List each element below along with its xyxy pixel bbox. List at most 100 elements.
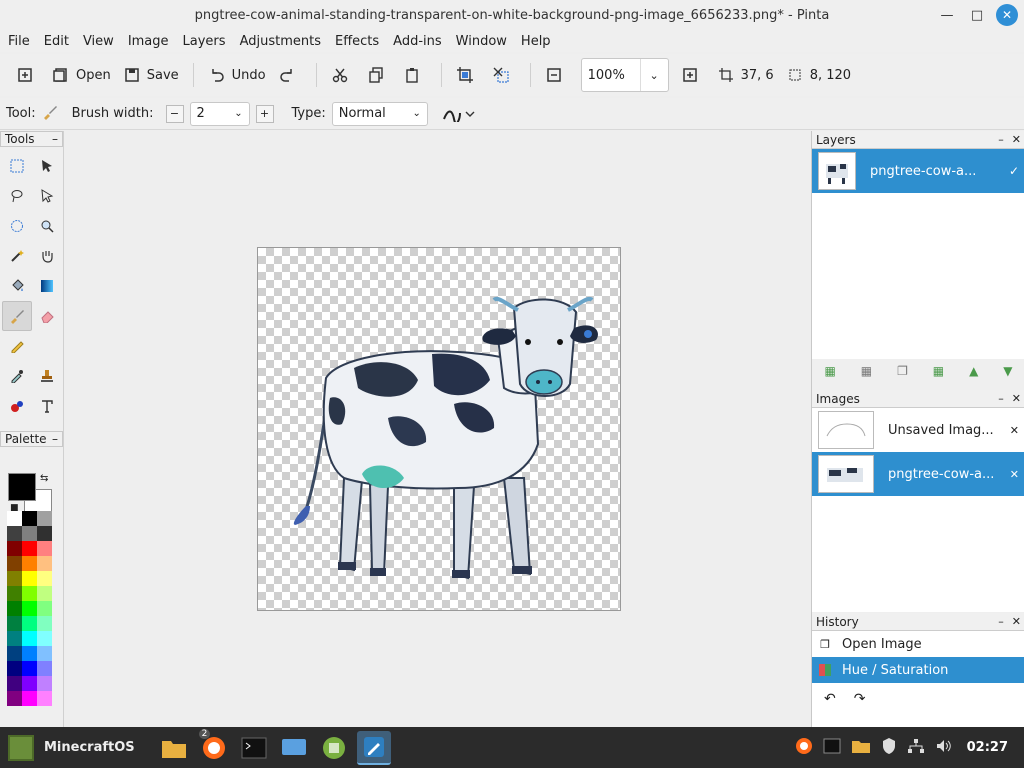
minimize-icon[interactable]: – — [998, 615, 1004, 628]
volume-icon[interactable] — [935, 738, 953, 758]
layer-visibility-checkbox[interactable]: ✓ — [1009, 164, 1019, 178]
clone-stamp-tool[interactable] — [32, 361, 62, 391]
palette-swatch[interactable] — [7, 511, 22, 526]
cut-button[interactable] — [325, 59, 361, 91]
type-combo[interactable]: Normal ⌄ — [331, 101, 428, 126]
palette-swatch[interactable] — [37, 646, 52, 661]
move-layer-down-icon[interactable]: ▼ — [1003, 364, 1012, 378]
palette-swatch[interactable] — [7, 541, 22, 556]
palette-swatch[interactable] — [22, 691, 37, 706]
menu-window[interactable]: Window — [452, 34, 511, 49]
menu-help[interactable]: Help — [517, 34, 555, 49]
palette-swatch[interactable] — [7, 691, 22, 706]
chevron-down-icon[interactable]: ⌄ — [639, 59, 668, 91]
close-icon[interactable]: ✕ — [1010, 468, 1019, 481]
start-menu-button[interactable]: MinecraftOS — [0, 727, 143, 768]
menu-view[interactable]: View — [79, 34, 118, 49]
palette-swatch[interactable] — [37, 586, 52, 601]
palette-swatch[interactable] — [37, 541, 52, 556]
palette-swatch[interactable] — [22, 586, 37, 601]
pencil-tool[interactable] — [2, 331, 32, 361]
chevron-down-icon[interactable]: ⌄ — [407, 108, 427, 119]
delete-layer-icon[interactable]: ▦ — [861, 364, 872, 378]
files-taskbar-icon[interactable] — [157, 731, 191, 765]
palette-swatch[interactable] — [37, 661, 52, 676]
pan-tool[interactable] — [32, 241, 62, 271]
redo-button[interactable] — [272, 59, 308, 91]
image-canvas[interactable] — [257, 247, 621, 611]
browser-taskbar-icon[interactable]: 2 — [197, 728, 231, 765]
palette-swatch[interactable] — [22, 526, 37, 541]
gradient-tool[interactable] — [32, 271, 62, 301]
palette-swatch[interactable] — [22, 676, 37, 691]
paste-button[interactable] — [397, 59, 433, 91]
network-icon[interactable] — [907, 738, 925, 758]
palette-swatch[interactable] — [7, 571, 22, 586]
recolor-tool[interactable] — [2, 391, 32, 421]
move-layer-up-icon[interactable]: ▲ — [969, 364, 978, 378]
menu-file[interactable]: File — [4, 34, 34, 49]
folder-tray-icon[interactable] — [851, 738, 871, 758]
minimize-icon[interactable]: – — [998, 392, 1004, 405]
close-icon[interactable]: ✕ — [996, 4, 1018, 26]
text-tool[interactable] — [32, 391, 62, 421]
save-button[interactable]: Save — [117, 59, 185, 91]
new-button[interactable] — [10, 59, 46, 91]
menu-layers[interactable]: Layers — [179, 34, 230, 49]
palette-swatch[interactable] — [7, 616, 22, 631]
antialiasing-icon[interactable] — [442, 106, 476, 122]
palette-swatch[interactable] — [7, 661, 22, 676]
palette-swatch[interactable] — [7, 556, 22, 571]
palette-swatch[interactable] — [7, 601, 22, 616]
brush-width-decrease-button[interactable]: − — [165, 104, 184, 123]
minimize-icon[interactable]: — — [936, 4, 958, 26]
palette-swatch[interactable] — [37, 526, 52, 541]
open-button[interactable]: Open — [46, 59, 117, 91]
brush-width-increase-button[interactable]: + — [255, 104, 274, 123]
palette-swatch[interactable] — [22, 511, 37, 526]
move-selection-tool[interactable] — [32, 181, 62, 211]
palette-swatch[interactable] — [37, 631, 52, 646]
palette-swatch[interactable] — [22, 631, 37, 646]
menu-adjustments[interactable]: Adjustments — [236, 34, 325, 49]
palette-swatch[interactable] — [37, 571, 52, 586]
palette-swatch[interactable] — [7, 646, 22, 661]
close-icon[interactable]: ✕ — [1012, 133, 1021, 146]
menu-image[interactable]: Image — [124, 34, 173, 49]
close-icon[interactable]: ✕ — [1012, 615, 1021, 628]
primary-color-swatch[interactable] — [8, 473, 36, 501]
merge-layer-icon[interactable]: ▦ — [933, 364, 944, 378]
maximize-icon[interactable]: □ — [966, 4, 988, 26]
chevron-down-icon[interactable]: ⌄ — [229, 108, 249, 119]
palette-swatch[interactable] — [7, 586, 22, 601]
history-item[interactable]: ❐ Open Image — [812, 631, 1024, 657]
menu-effects[interactable]: Effects — [331, 34, 383, 49]
collapse-icon[interactable]: – — [52, 432, 58, 446]
zoom-tool[interactable] — [32, 211, 62, 241]
palette-swatch[interactable] — [22, 571, 37, 586]
paint-bucket-tool[interactable] — [2, 271, 32, 301]
duplicate-layer-icon[interactable]: ❐ — [897, 364, 908, 378]
palette-swatch[interactable] — [22, 616, 37, 631]
zoom-out-button[interactable] — [539, 59, 575, 91]
palette-swatch[interactable] — [22, 661, 37, 676]
history-undo-icon[interactable]: ↶ — [824, 691, 836, 707]
close-icon[interactable]: ✕ — [1010, 424, 1019, 437]
zoom-in-button[interactable] — [675, 59, 711, 91]
palette-swatch[interactable] — [22, 601, 37, 616]
history-redo-icon[interactable]: ↷ — [854, 691, 866, 707]
ellipse-select-tool[interactable] — [2, 211, 32, 241]
palette-swatch[interactable] — [7, 676, 22, 691]
image-item[interactable]: pngtree-cow-a... ✕ — [812, 452, 1024, 496]
eraser-tool[interactable] — [32, 301, 62, 331]
calculator-taskbar-icon[interactable] — [317, 731, 351, 765]
palette-swatch[interactable] — [37, 556, 52, 571]
brush-width-combo[interactable]: 2 ⌄ — [189, 101, 250, 126]
color-picker-tool[interactable] — [2, 361, 32, 391]
brush-width-value[interactable]: 2 — [191, 106, 229, 121]
menu-edit[interactable]: Edit — [40, 34, 73, 49]
history-item[interactable]: Hue / Saturation — [812, 657, 1024, 683]
close-icon[interactable]: ✕ — [1012, 392, 1021, 405]
canvas-area[interactable] — [65, 131, 811, 727]
browser-tray-icon[interactable] — [795, 737, 813, 759]
